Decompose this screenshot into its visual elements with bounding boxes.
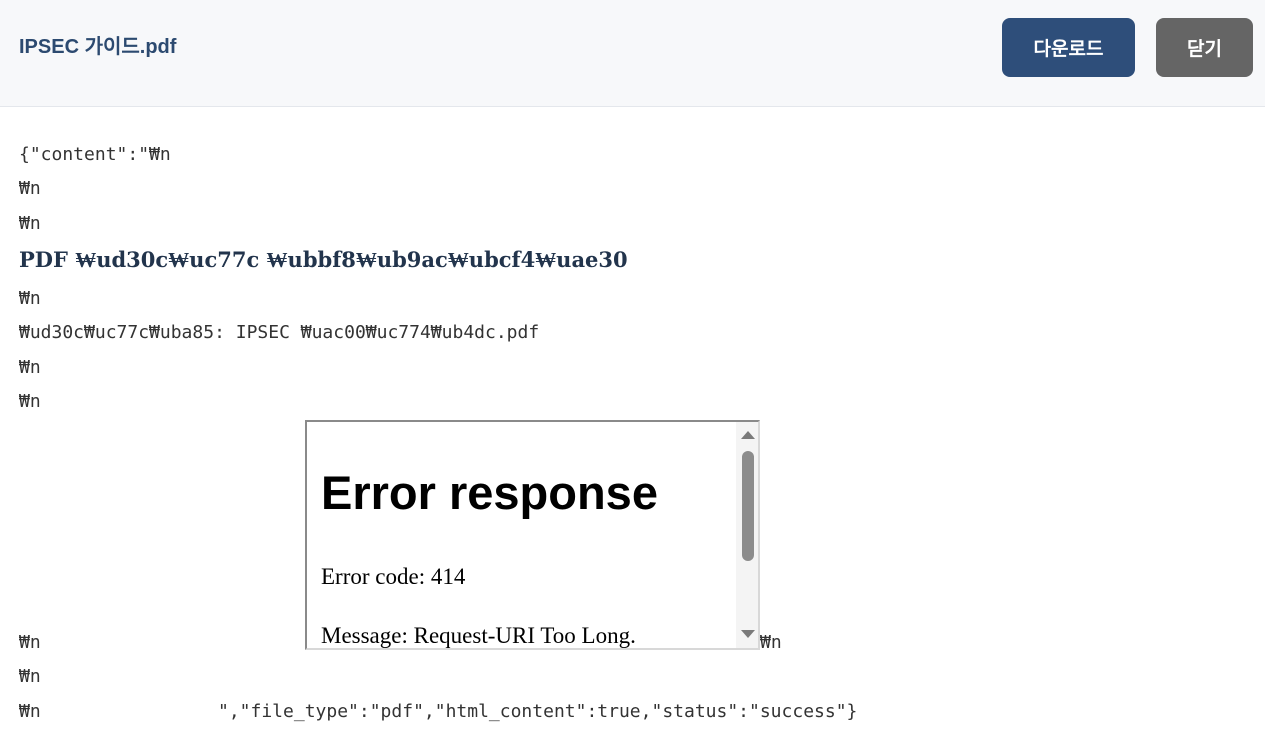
error-code: Error code: 414 <box>321 564 466 589</box>
content-line: ₩ud30c₩uc77c₩uba85: IPSEC ₩uac00₩uc774₩u… <box>19 322 540 343</box>
error-message: Message: Request-URI Too Long. <box>321 623 636 648</box>
error-title: Error response <box>321 466 658 519</box>
content-line: ₩n <box>19 288 41 309</box>
content-line: ₩n <box>19 632 41 653</box>
document-title: IPSEC 가이드.pdf <box>19 36 177 58</box>
content-line: {"content":"₩n <box>19 144 171 165</box>
content-line: ₩n <box>19 357 41 378</box>
frame-scrollbar[interactable] <box>736 422 758 648</box>
download-button[interactable]: 다운로드 <box>1002 18 1135 77</box>
viewer-header: IPSEC 가이드.pdf 다운로드 닫기 <box>0 0 1265 107</box>
scroll-up-arrow-icon[interactable] <box>741 431 755 439</box>
close-button[interactable]: 닫기 <box>1156 18 1253 77</box>
content-line: ₩n <box>760 632 782 653</box>
content-heading: PDF ₩ud30c₩uc77c ₩ubbf8₩ub9ac₩ubcf4₩uae3… <box>19 247 628 272</box>
content-line: ₩n <box>19 178 41 199</box>
content-line: ₩n <box>19 391 41 412</box>
content-line: ₩n <box>19 666 41 687</box>
content-line: ₩n <box>19 213 41 234</box>
scroll-thumb[interactable] <box>742 451 754 561</box>
content-line: ₩n <box>19 701 41 722</box>
scroll-down-arrow-icon[interactable] <box>741 630 755 638</box>
content-line: ","file_type":"pdf","html_content":true,… <box>218 701 858 722</box>
embedded-frame[interactable]: Error response Error code: 414 Message: … <box>305 420 760 650</box>
